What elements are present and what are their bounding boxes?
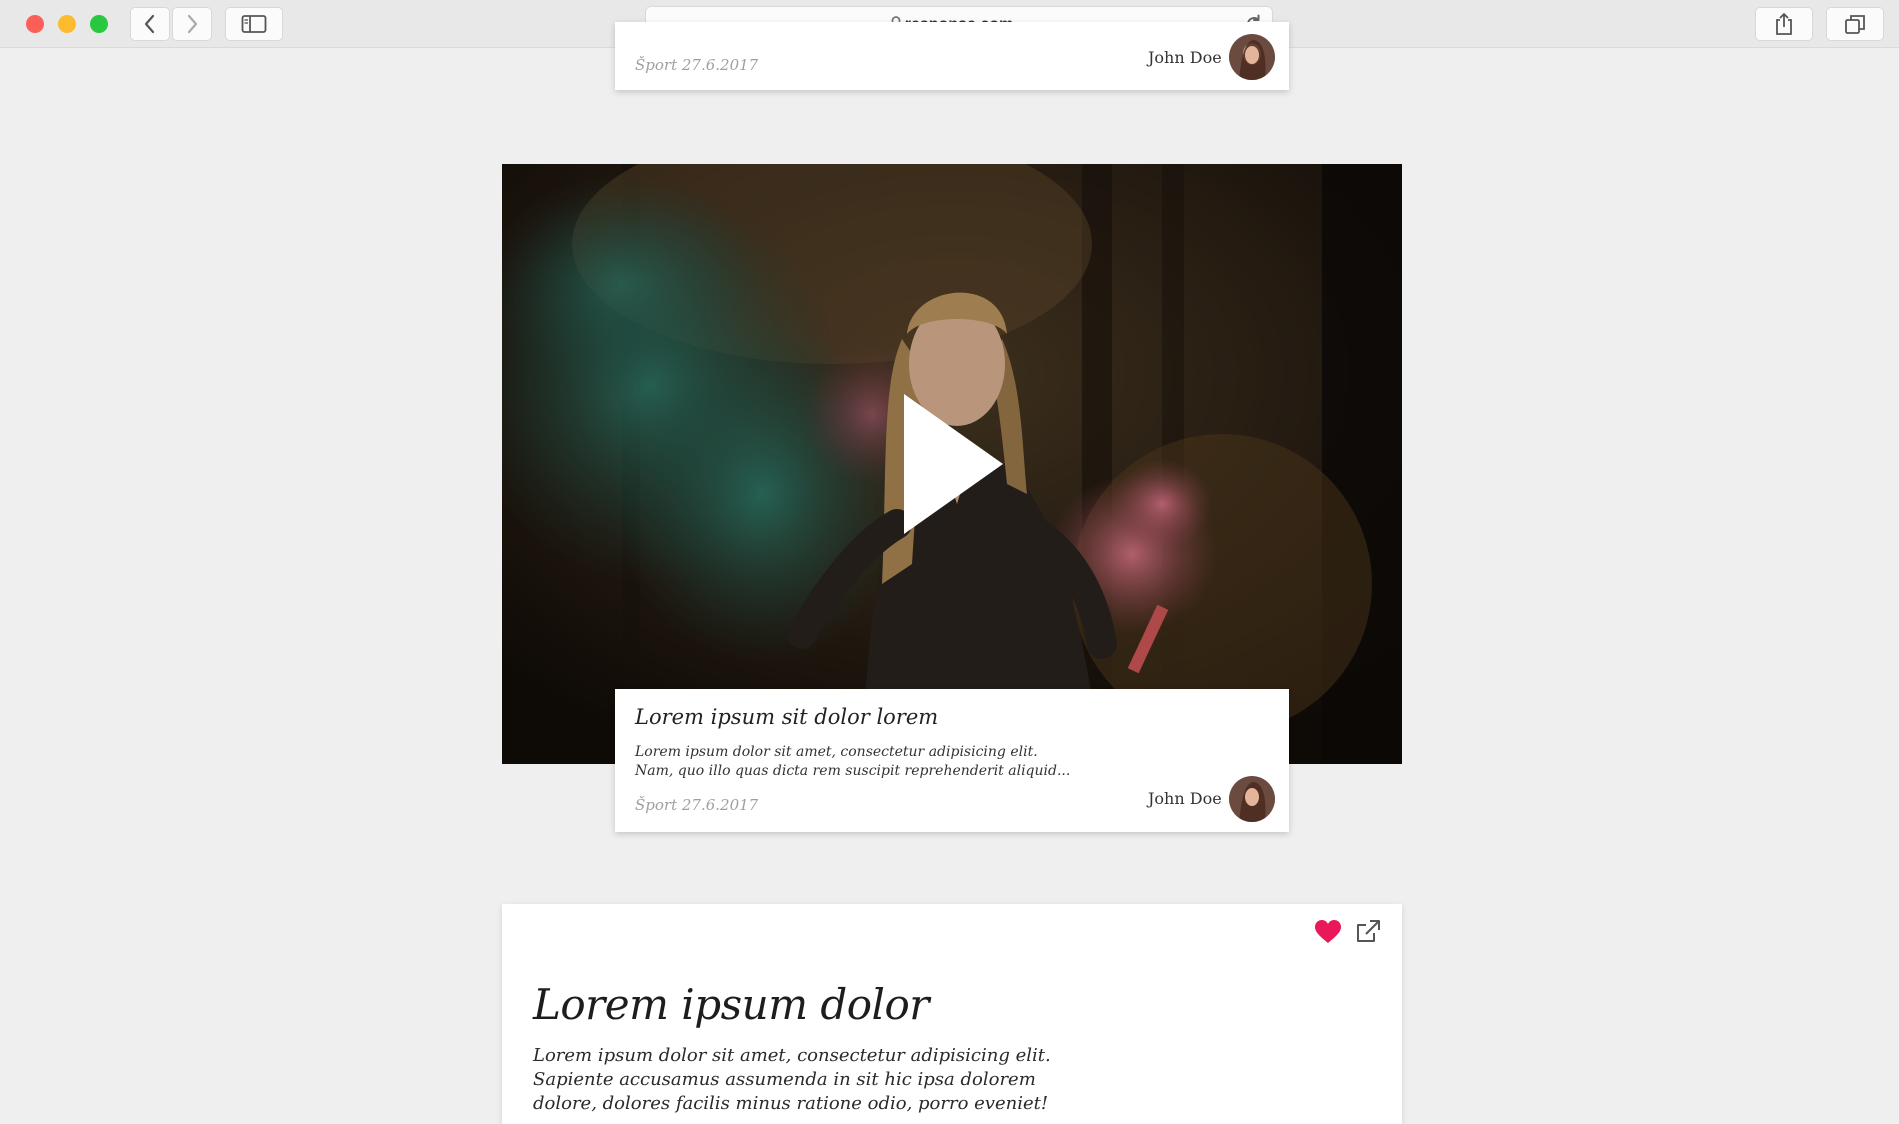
article-body: Lorem ipsum dolor sit amet, consectetur … [533, 1044, 1093, 1116]
back-button[interactable] [130, 7, 170, 41]
minimize-window-button[interactable] [58, 15, 76, 33]
video-thumbnail[interactable] [502, 164, 1402, 764]
share-button[interactable] [1755, 7, 1813, 41]
video-title[interactable]: Lorem ipsum sit dolor lorem [635, 705, 938, 729]
category-date: Šport 27.6.2017 [635, 56, 759, 74]
body-line: dolore, dolores facilis minus ratione od… [533, 1093, 1049, 1114]
forward-button[interactable] [172, 7, 212, 41]
sidebar-button[interactable] [225, 7, 283, 41]
category-date: Šport 27.6.2017 [635, 796, 759, 814]
author-name[interactable]: John Doe [1148, 789, 1222, 808]
article-title[interactable]: Lorem ipsum dolor [533, 980, 929, 1029]
forward-icon [187, 14, 198, 34]
play-icon[interactable] [901, 394, 1006, 534]
body-line: Lorem ipsum dolor sit amet, consectetur … [533, 1045, 1051, 1066]
external-link-icon[interactable] [1355, 919, 1381, 945]
avatar[interactable] [1229, 34, 1275, 80]
tabs-icon [1845, 15, 1865, 34]
video-excerpt: Lorem ipsum dolor sit amet, consectetur … [635, 743, 1195, 781]
article-card-top[interactable]: Šport 27.6.2017 John Doe [615, 22, 1289, 90]
share-icon [1776, 13, 1792, 35]
heart-icon[interactable] [1315, 920, 1341, 944]
tabs-button[interactable] [1826, 7, 1884, 41]
excerpt-line: Lorem ipsum dolor sit amet, consectetur … [635, 744, 1038, 760]
zoom-window-button[interactable] [90, 15, 108, 33]
excerpt-line: Nam, quo illo quas dicta rem suscipit re… [635, 763, 1071, 779]
avatar[interactable] [1229, 776, 1275, 822]
sidebar-icon [241, 15, 267, 33]
author-name[interactable]: John Doe [1148, 48, 1222, 67]
video-caption-card[interactable]: Lorem ipsum sit dolor lorem Lorem ipsum … [615, 689, 1289, 832]
close-window-button[interactable] [26, 15, 44, 33]
body-line: Sapiente accusamus assumenda in sit hic … [533, 1069, 1036, 1090]
back-icon [144, 14, 155, 34]
article-card[interactable]: Lorem ipsum dolor Lorem ipsum dolor sit … [502, 904, 1402, 1124]
